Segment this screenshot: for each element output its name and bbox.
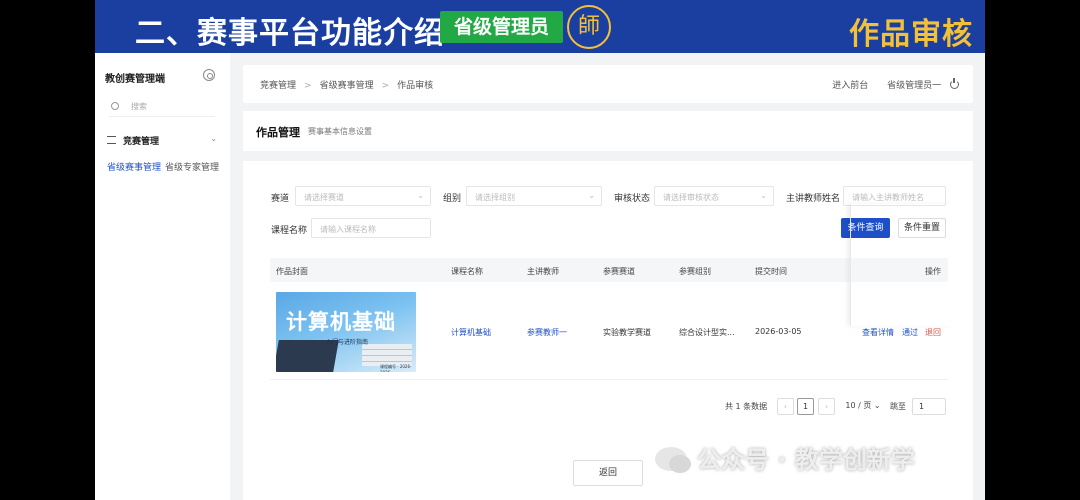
group-select[interactable]: 请选择组别 ⌄ [466, 186, 602, 206]
role-badge: 省级管理员 [440, 11, 564, 43]
chevron-down-icon: ⌄ [588, 191, 595, 200]
page-subtitle: 赛事基本信息设置 [308, 127, 372, 136]
page-title: 作品管理 [256, 126, 300, 139]
table-header: 作品封面 课程名称 主讲教师 参赛赛道 参赛组别 提交时间 操作 [270, 258, 948, 282]
course-name-label: 课程名称 [271, 226, 308, 236]
column-header: 作品封面 [276, 267, 308, 276]
page-size-select[interactable]: 10 / 页 ⌄ [841, 398, 885, 415]
top-right-actions: 进入前台 省级管理员一 [832, 78, 959, 91]
sidebar: 教创赛管理端 搜索 竞赛管理 ⌄ 省级赛事管理 省级专家管理 [95, 53, 230, 500]
sidebar-item-provincial-experts[interactable]: 省级专家管理 [165, 160, 219, 173]
wechat-icon [655, 447, 691, 473]
breadcrumb-current: 作品审核 [397, 81, 434, 91]
submit-time-cell: 2026-03-05 [755, 327, 802, 336]
back-button[interactable]: 返回 [573, 460, 643, 486]
page-size-value: 10 / 页 [845, 401, 872, 410]
sidebar-item-provincial-events[interactable]: 省级赛事管理 [107, 160, 161, 173]
track-label: 赛道 [271, 194, 290, 204]
column-header: 主讲教师 [527, 267, 559, 276]
teacher-logo-icon: 師 [567, 5, 611, 49]
search-placeholder: 搜索 [131, 102, 147, 111]
banner-section-title: 作品审核 [849, 17, 973, 52]
teacher-name-link[interactable]: 参赛教师一 [527, 327, 567, 338]
watermark-text: 公众号 · 教学创新学 [697, 446, 915, 474]
chevron-down-icon: ⌄ [871, 401, 881, 410]
table-row: 计算机基础 入门与进阶指南 课程编号 · 2026-2026 计算机基础 参赛教… [270, 284, 948, 380]
breadcrumb: 竞赛管理 > 省级赛事管理 > 作品审核 [260, 81, 434, 91]
status-select[interactable]: 请选择审核状态 ⌄ [654, 186, 774, 206]
column-header: 参赛赛道 [603, 267, 635, 276]
page-title-bar: 作品管理 赛事基本信息设置 [243, 111, 973, 151]
status-placeholder: 请选择审核状态 [663, 193, 719, 202]
settings-icon[interactable] [203, 69, 215, 81]
search-icon [111, 102, 119, 110]
top-banner: 二、赛事平台功能介绍 省级管理员 師 作品审核 [95, 0, 985, 53]
cover-title: 计算机基础 [286, 310, 396, 334]
group-label: 组别 [443, 194, 462, 204]
total-count: 共 1 条数据 [725, 402, 768, 411]
power-icon[interactable] [950, 78, 959, 89]
return-link[interactable]: 退回 [925, 327, 941, 338]
teacher-name-input[interactable]: 请输入主讲教师姓名 [843, 186, 946, 206]
sidebar-search-input[interactable]: 搜索 [109, 97, 215, 117]
track-select[interactable]: 请选择赛道 ⌄ [295, 186, 431, 206]
fixed-action-column [850, 204, 953, 326]
jump-label: 跳至 [890, 402, 906, 411]
track-placeholder: 请选择赛道 [304, 193, 344, 202]
track-cell: 实验教学赛道 [603, 328, 651, 337]
prev-page-button[interactable]: ‹ [777, 398, 794, 415]
column-header: 参赛组别 [679, 267, 711, 276]
app-title: 教创赛管理端 [105, 74, 165, 85]
sidebar-group-competition[interactable]: 竞赛管理 ⌄ [107, 134, 217, 148]
course-placeholder: 请输入课程名称 [320, 225, 376, 234]
jump-page-input[interactable]: 1 [912, 398, 946, 415]
teacher-placeholder: 请输入主讲教师姓名 [852, 193, 924, 202]
cover-footer: 课程编号 · 2026-2026 [380, 364, 412, 372]
banner-title: 二、赛事平台功能介绍 [135, 16, 445, 51]
approve-link[interactable]: 通过 [902, 327, 918, 338]
user-name[interactable]: 省级管理员一 [887, 81, 941, 91]
breadcrumb-item[interactable]: 竞赛管理 [260, 81, 296, 91]
chevron-down-icon: ⌄ [210, 134, 217, 143]
chevron-down-icon: ⌄ [760, 191, 767, 200]
work-cover-image[interactable]: 计算机基础 入门与进阶指南 课程编号 · 2026-2026 [276, 292, 416, 372]
books-illustration [362, 344, 412, 366]
menu-icon [107, 136, 116, 144]
group-cell: 综合设计型实... [679, 328, 735, 337]
top-bar: 竞赛管理 > 省级赛事管理 > 作品审核 进入前台 省级管理员一 [243, 65, 973, 103]
group-placeholder: 请选择组别 [475, 193, 515, 202]
teacher-name-label: 主讲教师姓名 [786, 194, 841, 204]
status-label: 审核状态 [614, 194, 651, 204]
page-number-button[interactable]: 1 [797, 398, 814, 415]
sidebar-group-label: 竞赛管理 [123, 137, 160, 147]
column-header: 提交时间 [755, 267, 787, 276]
column-header: 课程名称 [451, 267, 483, 276]
next-page-button[interactable]: › [818, 398, 835, 415]
course-name-link[interactable]: 计算机基础 [451, 327, 491, 338]
view-details-link[interactable]: 查看详情 [862, 327, 894, 338]
watermark: 公众号 · 教学创新学 [655, 440, 915, 476]
enter-front-link[interactable]: 进入前台 [832, 81, 868, 91]
course-name-input[interactable]: 请输入课程名称 [311, 218, 431, 238]
breadcrumb-item[interactable]: 省级赛事管理 [320, 81, 374, 91]
chevron-down-icon: ⌄ [417, 191, 424, 200]
cover-subtitle: 入门与进阶指南 [326, 339, 369, 346]
